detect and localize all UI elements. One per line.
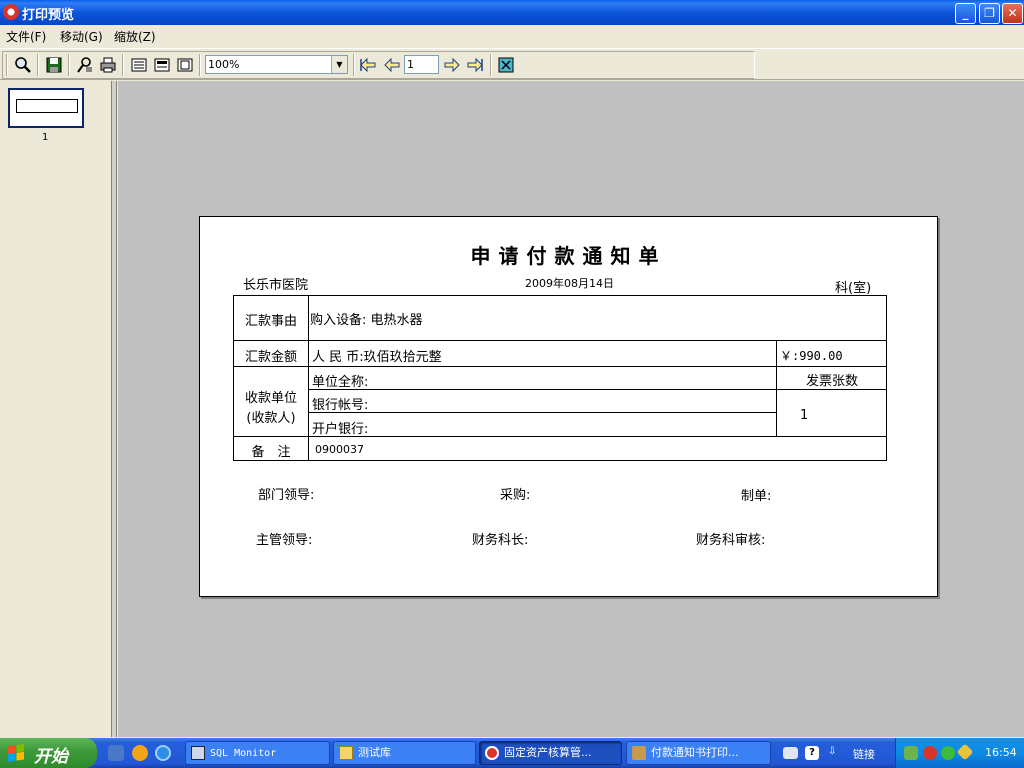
preview-area: 申请付款通知单 长乐市医院 2009年08月14日 科(室) 汇款事由 购入设备… <box>118 81 1024 737</box>
page-number-input[interactable]: 1 <box>404 55 439 74</box>
payee-label-line1: 收款单位 <box>244 391 297 406</box>
start-button[interactable]: 开始 <box>0 738 97 768</box>
menu-bar: 文件(F) 移动(G) 缩放(Z) <box>0 25 1024 46</box>
signature-dept-leader: 部门领导: <box>258 488 315 503</box>
title-bar: 打印预览 _ ❐ ✕ <box>0 0 1024 25</box>
start-label: 开始 <box>34 747 68 767</box>
zoom-value: 100% <box>208 58 240 71</box>
task-label: 测试库 <box>358 746 391 759</box>
remark-value: 0900037 <box>315 443 364 456</box>
table-rule <box>308 296 309 460</box>
print-setup-icon[interactable] <box>76 56 94 74</box>
signature-supervisor: 主管领导: <box>256 533 313 548</box>
page-setup-icon[interactable] <box>176 56 194 74</box>
hospital-name: 长乐市医院 <box>243 278 309 293</box>
invoice-count-value: 1 <box>800 408 809 423</box>
tools-icon <box>632 746 646 760</box>
help-icon[interactable]: ? <box>805 746 819 760</box>
minimize-button[interactable]: _ <box>955 3 976 24</box>
keyboard-icon[interactable] <box>783 747 798 759</box>
toolbar-separator <box>199 54 201 76</box>
last-page-icon[interactable] <box>466 56 484 74</box>
toolbar-separator <box>353 54 355 76</box>
taskbar-item-sql-monitor[interactable]: SQL Monitor <box>185 741 330 765</box>
document-title: 申请付款通知单 <box>470 244 667 268</box>
task-label: 固定资产核算管... <box>504 746 592 759</box>
table-rule <box>309 389 886 390</box>
windows-logo-icon <box>8 743 24 763</box>
close-preview-icon[interactable] <box>497 56 515 74</box>
toolbar-chevron-icon[interactable]: ⇩ <box>828 746 842 760</box>
payee-label-line2: (收款人) <box>246 411 296 426</box>
whole-page-icon[interactable] <box>153 56 171 74</box>
explorer-quicklaunch-icon[interactable] <box>108 745 124 761</box>
chevron-down-icon[interactable]: ▼ <box>331 56 347 73</box>
folder-icon <box>339 746 353 760</box>
menu-zoom[interactable]: 缩放(Z) <box>114 28 156 45</box>
page-width-icon[interactable] <box>130 56 148 74</box>
toolbar-separator <box>122 54 124 76</box>
payment-table: 汇款事由 购入设备: 电热水器 汇款金额 人 民 币:玖佰玖拾元整 ￥:990.… <box>233 295 887 461</box>
next-page-icon[interactable] <box>443 56 461 74</box>
bank-account-label: 银行帐号: <box>312 398 369 413</box>
taskbar: 开始 SQL Monitor 测试库 固定资产核算管... 付款通知书打印...… <box>0 738 1024 768</box>
internet-explorer-icon[interactable] <box>155 745 171 761</box>
signature-purchasing: 采购: <box>500 488 531 503</box>
invoice-count-label: 发票张数 <box>805 374 858 389</box>
signature-finance-head: 财务科长: <box>472 533 529 548</box>
clock: 16:54 <box>985 746 1017 759</box>
app-icon <box>485 746 499 760</box>
preview-page: 申请付款通知单 长乐市医院 2009年08月14日 科(室) 汇款事由 购入设备… <box>199 216 938 597</box>
menu-move[interactable]: 移动(G) <box>60 28 103 45</box>
document-date: 2009年08月14日 <box>525 277 614 290</box>
task-label: SQL Monitor <box>210 748 277 759</box>
security-icon[interactable] <box>941 746 955 760</box>
thumbnail-page-label: 1 <box>42 132 49 143</box>
taskbar-item-asset-mgmt[interactable]: 固定资产核算管... <box>479 741 622 765</box>
signature-prepared-by: 制单: <box>741 489 772 504</box>
panel-splitter[interactable] <box>112 81 117 737</box>
page-thumbnail[interactable] <box>8 88 84 128</box>
zoom-magnifier-icon[interactable] <box>14 56 32 74</box>
toolbar-separator <box>6 54 8 76</box>
restore-button[interactable]: ❐ <box>979 3 1000 24</box>
zoom-select[interactable]: 100% ▼ <box>205 55 348 74</box>
app-icon[interactable] <box>3 4 19 20</box>
remark-label: 备 注 <box>251 445 291 460</box>
reason-label: 汇款事由 <box>244 314 297 329</box>
monitor-icon <box>191 746 205 760</box>
save-icon[interactable] <box>45 56 63 74</box>
taskbar-item-test-db[interactable]: 测试库 <box>333 741 476 765</box>
window-title: 打印预览 <box>22 8 75 23</box>
menu-file[interactable]: 文件(F) <box>6 28 46 45</box>
close-button[interactable]: ✕ <box>1002 3 1023 24</box>
previous-page-icon[interactable] <box>383 56 401 74</box>
network-icon[interactable] <box>904 746 918 760</box>
table-rule <box>234 340 886 341</box>
amount-words: 人 民 币:玖佰玖拾元整 <box>312 350 442 365</box>
media-quicklaunch-icon[interactable] <box>132 745 148 761</box>
links-label[interactable]: 链接 <box>853 746 875 762</box>
toolbar-separator <box>37 54 39 76</box>
thumbnail-panel: 1 <box>0 81 112 737</box>
table-rule <box>309 412 777 413</box>
table-rule <box>234 366 886 367</box>
task-label: 付款通知书打印... <box>651 746 739 759</box>
taskbar-item-payment-print[interactable]: 付款通知书打印... <box>626 741 771 765</box>
reason-value: 购入设备: 电热水器 <box>310 313 423 328</box>
signature-finance-auditor: 财务科审核: <box>696 533 766 548</box>
department-label: 科(室) <box>835 281 872 296</box>
stop-icon[interactable] <box>923 746 937 760</box>
toolbar-separator <box>68 54 70 76</box>
amount-numeric: ￥:990.00 <box>780 349 843 363</box>
thumbnail-table-preview <box>16 99 78 113</box>
printer-icon[interactable] <box>99 56 117 74</box>
toolbar-separator <box>490 54 492 76</box>
pen-icon[interactable] <box>956 743 974 761</box>
toolbar: 100% ▼ 1 <box>0 48 1024 80</box>
unit-name-label: 单位全称: <box>312 375 369 390</box>
first-page-icon[interactable] <box>359 56 377 74</box>
amount-label: 汇款金额 <box>244 350 297 365</box>
bank-name-label: 开户银行: <box>312 422 369 437</box>
